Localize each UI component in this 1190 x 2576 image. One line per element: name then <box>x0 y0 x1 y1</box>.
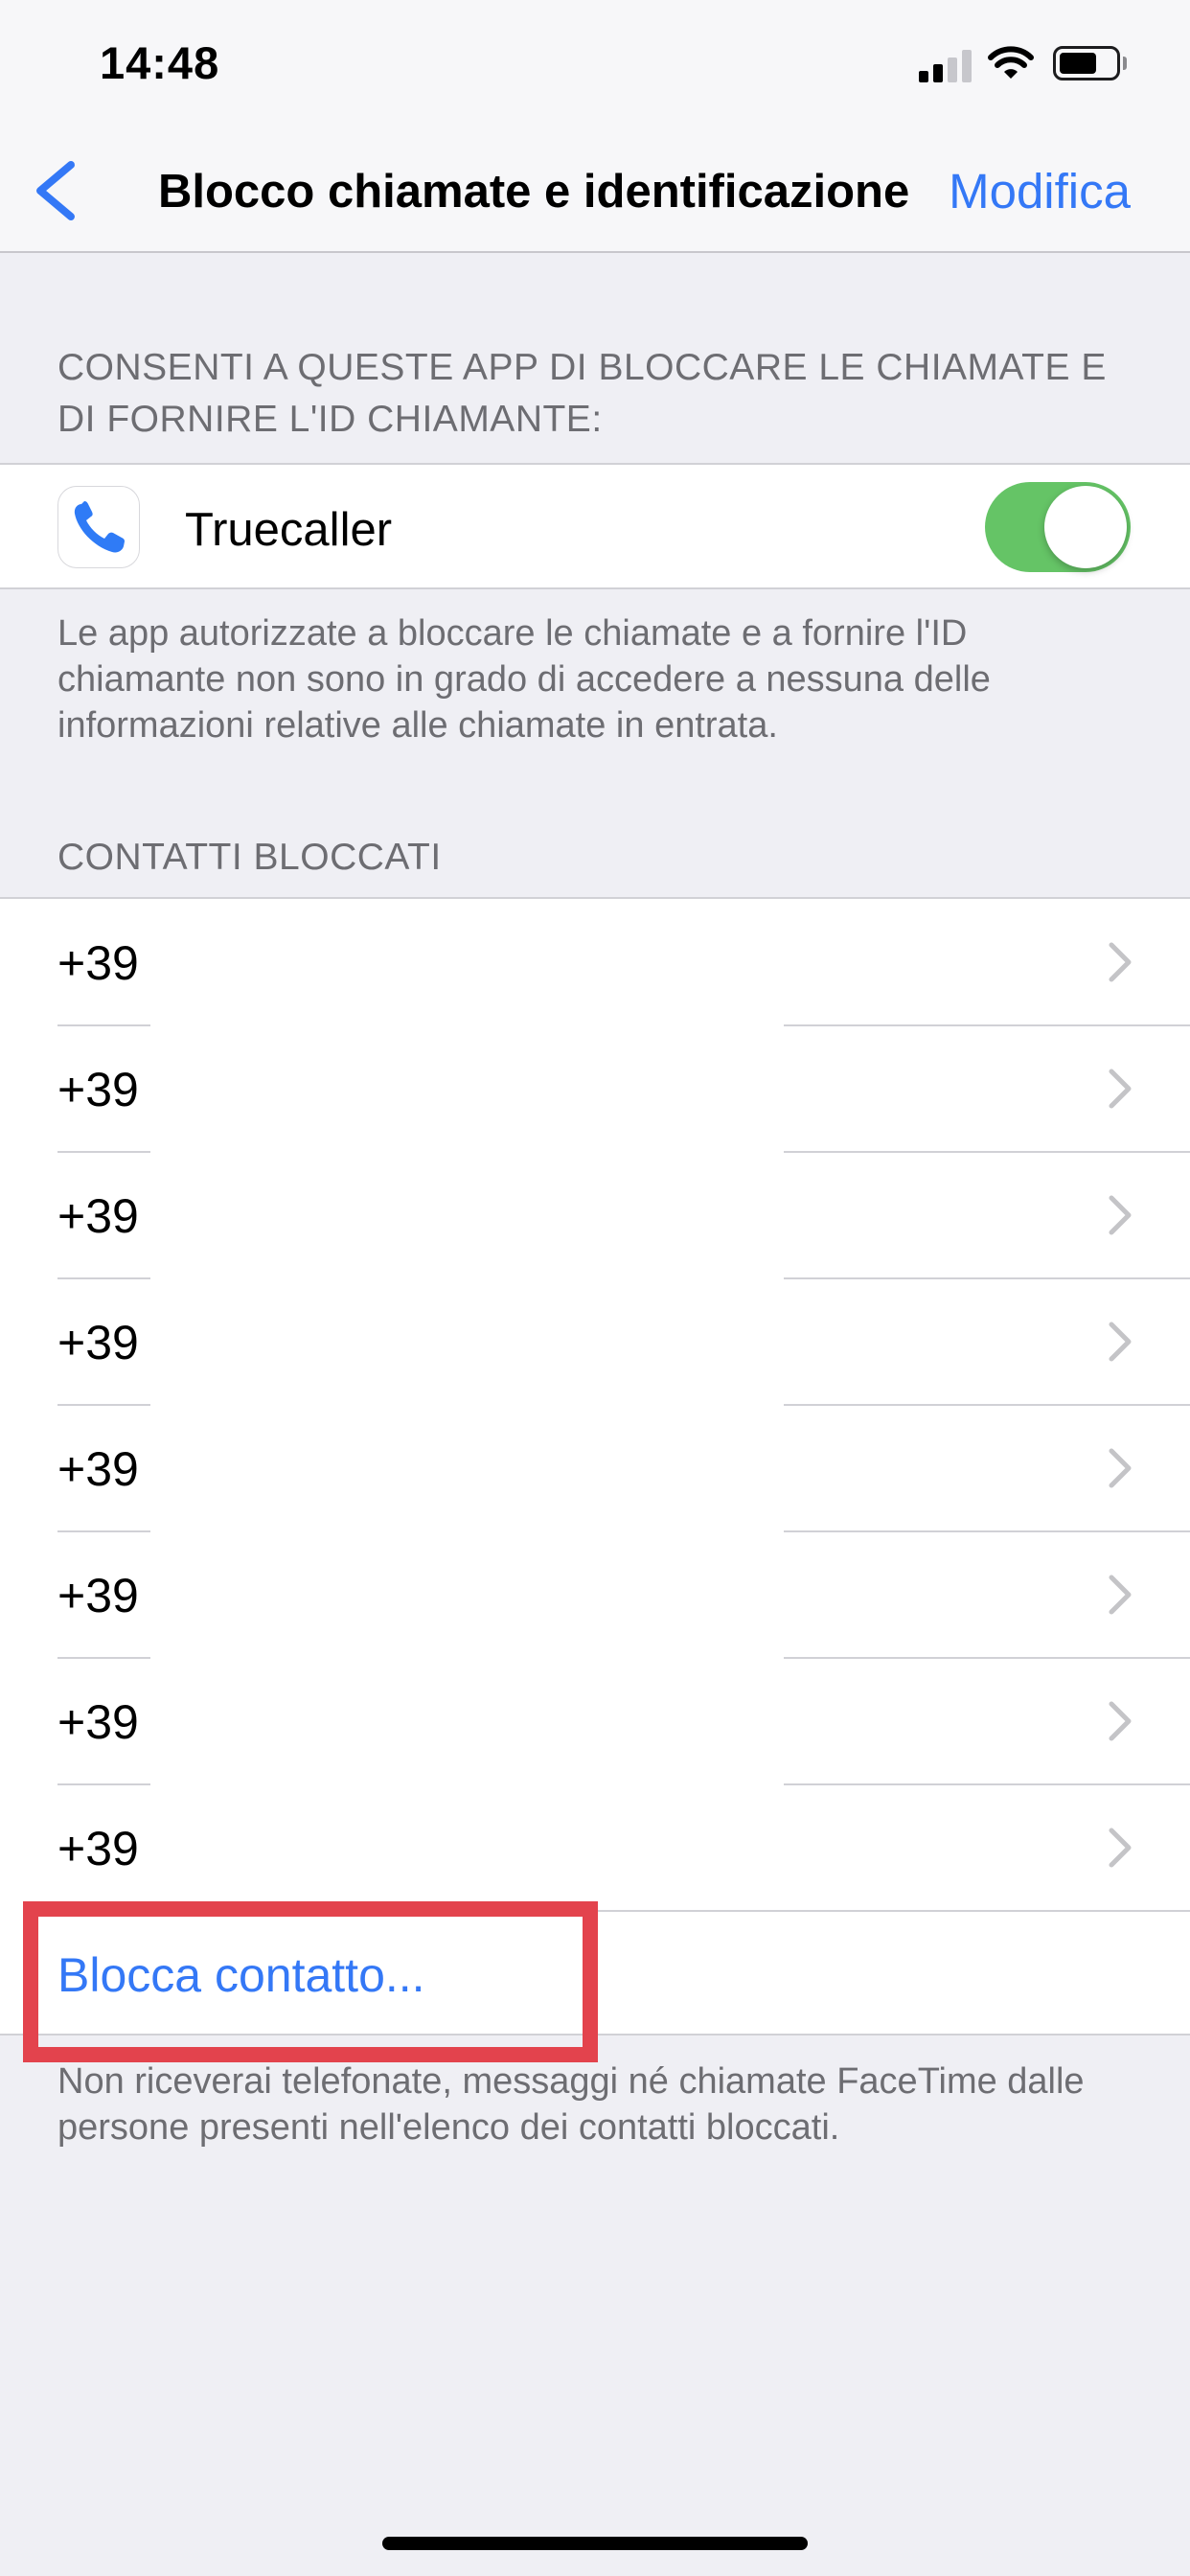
chevron-right-icon <box>1109 1448 1132 1488</box>
app-name: Truecaller <box>185 504 393 556</box>
apps-section-header: CONSENTI A QUESTE APP DI BLOCCARE LE CHI… <box>57 347 1107 440</box>
battery-icon <box>1053 46 1120 80</box>
blocked-contact-row[interactable]: +39 <box>0 1658 1190 1785</box>
blocked-contact-row[interactable]: +39 <box>0 1025 1190 1153</box>
contact-number: +39 <box>57 1442 139 1496</box>
contact-number: +39 <box>57 1189 139 1243</box>
contact-number: +39 <box>57 1316 139 1369</box>
truecaller-app-icon <box>57 486 140 568</box>
cellular-signal-icon <box>919 50 973 82</box>
blocked-contact-row[interactable]: +39 <box>0 1152 1190 1279</box>
highlight-box <box>23 1901 598 2062</box>
edit-button[interactable]: Modifica <box>949 163 1131 219</box>
blocked-contact-row[interactable]: +39 <box>0 1405 1190 1532</box>
phone-icon <box>74 501 125 553</box>
back-chevron-icon[interactable] <box>29 157 86 224</box>
status-time: 14:48 <box>100 37 220 88</box>
chevron-right-icon <box>1109 1322 1132 1362</box>
contact-number: +39 <box>57 1822 139 1875</box>
home-indicator <box>382 2537 808 2550</box>
chevron-right-icon <box>1109 1701 1132 1741</box>
app-row-truecaller: Truecaller <box>0 463 1190 589</box>
chevron-right-icon <box>1109 1195 1132 1235</box>
blocked-section-header: CONTATTI BLOCCATI <box>57 837 442 878</box>
blocked-contact-row[interactable]: +39 <box>0 1278 1190 1406</box>
battery-cap <box>1123 57 1127 70</box>
battery-level <box>1060 53 1096 74</box>
chevron-right-icon <box>1109 1575 1132 1615</box>
blocked-contact-row[interactable]: +39 <box>0 1784 1190 1912</box>
contact-number: +39 <box>57 1569 139 1622</box>
truecaller-toggle[interactable] <box>985 482 1131 572</box>
blocked-section-footer: Non riceverai telefonate, messaggi né ch… <box>57 2061 1085 2148</box>
blocked-contacts-list: +39 +39 +39 +39 +39 +39 +39 +39 Blocca c <box>0 897 1190 2036</box>
chevron-right-icon <box>1109 942 1132 982</box>
apps-section-footer: Le app autorizzate a bloccare le chiamat… <box>57 613 991 746</box>
contact-number: +39 <box>57 1695 139 1749</box>
contact-number: +39 <box>57 936 139 990</box>
chevron-right-icon <box>1109 1069 1132 1109</box>
chevron-right-icon <box>1109 1828 1132 1868</box>
toggle-knob <box>1044 486 1127 568</box>
blocked-contact-row[interactable]: +39 <box>0 1531 1190 1659</box>
navigation-bar: Blocco chiamate e identificazione Modifi… <box>0 126 1190 253</box>
page-title: Blocco chiamate e identificazione <box>158 166 910 218</box>
blocked-contact-row[interactable]: +39 <box>0 899 1190 1026</box>
wifi-icon <box>988 46 1034 79</box>
status-bar: 14:48 <box>0 0 1190 126</box>
contact-number: +39 <box>57 1063 139 1116</box>
